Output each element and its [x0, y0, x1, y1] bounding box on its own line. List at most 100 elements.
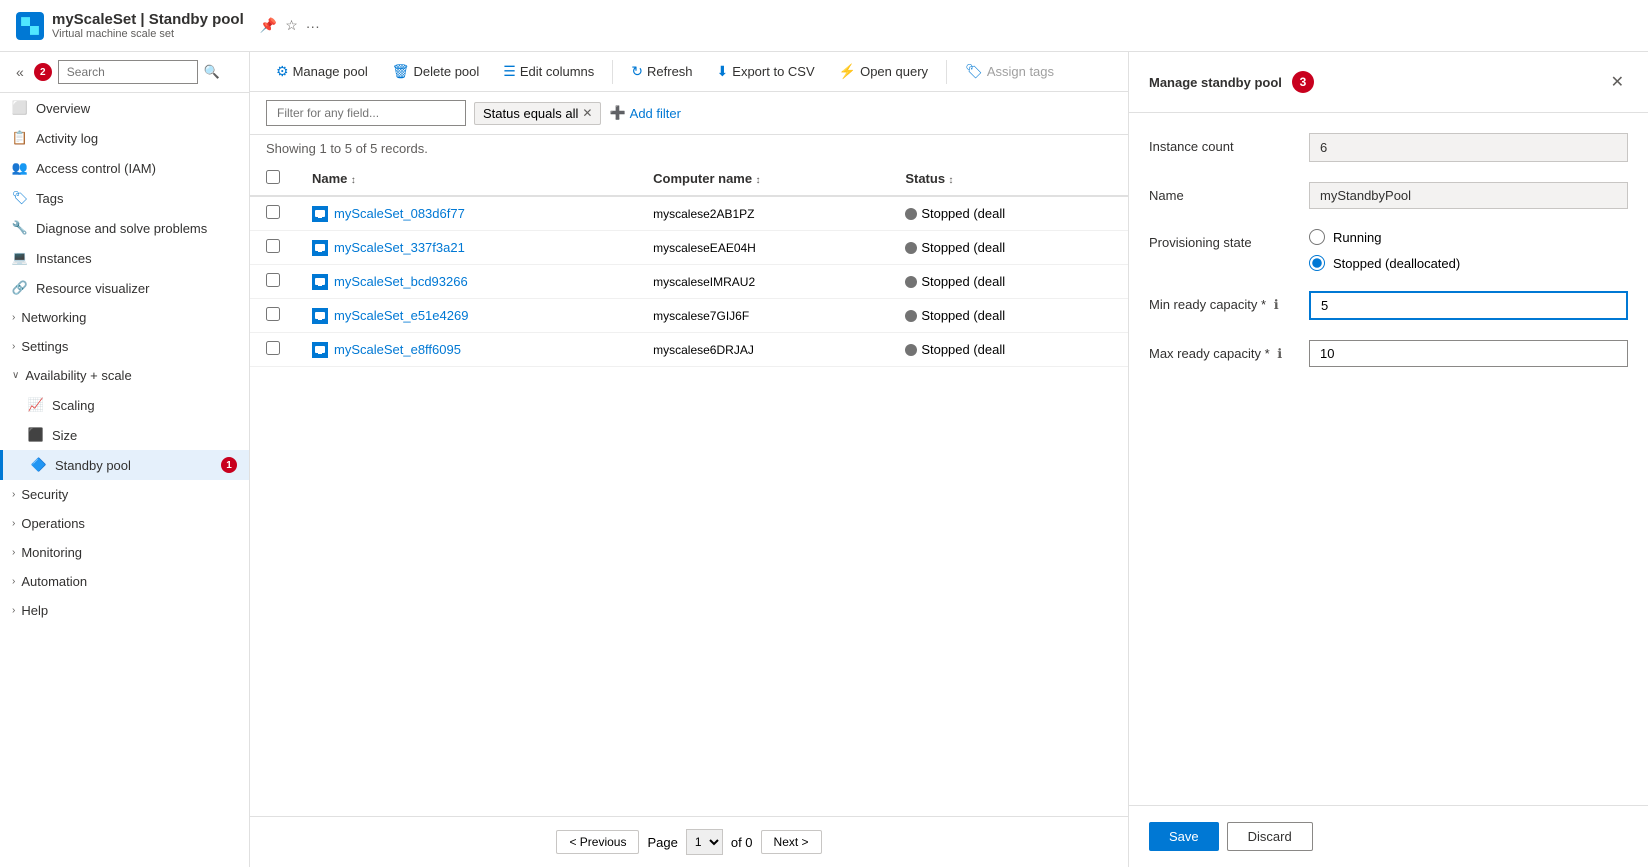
computer-name-cell: myscalese6DRJAJ — [637, 333, 889, 367]
max-ready-input[interactable] — [1309, 340, 1628, 367]
sidebar-label-instances: Instances — [36, 251, 92, 266]
sidebar-section-availability-scale[interactable]: ∨ Availability + scale — [0, 361, 249, 390]
export-icon: ⬇ — [717, 63, 729, 80]
sidebar-section-automation[interactable]: › Automation — [0, 567, 249, 596]
panel-close-button[interactable]: ✕ — [1607, 68, 1628, 96]
vm-name-link[interactable]: myScaleSet_e51e4269 — [312, 308, 621, 324]
row-checkbox[interactable] — [266, 205, 280, 219]
sort-status-icon[interactable]: ↕ — [948, 175, 953, 186]
vm-icon — [312, 342, 328, 358]
chevron-availability: ∨ — [12, 370, 19, 381]
vm-icon — [312, 274, 328, 290]
open-query-button[interactable]: ⚡ Open query — [829, 58, 938, 85]
chevron-monitoring: › — [12, 547, 15, 558]
min-ready-input[interactable] — [1309, 291, 1628, 320]
add-filter-button[interactable]: ➕ Add filter — [609, 105, 681, 121]
collapse-button[interactable]: « — [12, 62, 28, 82]
vm-name-link[interactable]: myScaleSet_337f3a21 — [312, 240, 621, 256]
row-checkbox[interactable] — [266, 341, 280, 355]
refresh-icon: ↻ — [631, 63, 643, 80]
sidebar-item-resource-visualizer[interactable]: 🔗 Resource visualizer — [0, 273, 249, 303]
sidebar-section-security[interactable]: › Security — [0, 480, 249, 509]
sidebar-item-scaling[interactable]: 📈 Scaling — [0, 390, 249, 420]
export-label: Export to CSV — [732, 64, 814, 79]
sidebar-item-access-control[interactable]: 👥 Access control (IAM) — [0, 153, 249, 183]
more-icon[interactable]: ··· — [306, 18, 320, 34]
row-checkbox[interactable] — [266, 239, 280, 253]
panel-footer: Save Discard — [1129, 805, 1648, 867]
sort-computer-name-icon[interactable]: ↕ — [755, 175, 760, 186]
sidebar-section-monitoring[interactable]: › Monitoring — [0, 538, 249, 567]
export-csv-button[interactable]: ⬇ Export to CSV — [707, 58, 825, 85]
sidebar-item-tags[interactable]: 🏷 Tags — [0, 183, 249, 213]
sidebar-item-overview[interactable]: ⬜ Overview — [0, 93, 249, 123]
sidebar-item-size[interactable]: ⬛ Size — [0, 420, 249, 450]
overview-icon: ⬜ — [12, 100, 28, 116]
refresh-button[interactable]: ↻ Refresh — [621, 58, 702, 85]
sidebar-section-settings[interactable]: › Settings — [0, 332, 249, 361]
status-dot — [905, 242, 917, 254]
vm-name-link[interactable]: myScaleSet_e8ff6095 — [312, 342, 621, 358]
records-info: Showing 1 to 5 of 5 records. — [250, 135, 1128, 162]
page-select[interactable]: 1 — [686, 829, 723, 855]
vm-name-link[interactable]: myScaleSet_083d6f77 — [312, 206, 621, 222]
row-checkbox[interactable] — [266, 273, 280, 287]
sidebar-item-instances[interactable]: 💻 Instances — [0, 243, 249, 273]
delete-pool-button[interactable]: 🗑 Delete pool — [382, 58, 490, 85]
table-row: myScaleSet_337f3a21 myscaleseEAE04H Stop… — [250, 231, 1128, 265]
radio-running-input[interactable] — [1309, 229, 1325, 245]
radio-stopped-label: Stopped (deallocated) — [1333, 256, 1460, 271]
page-title: myScaleSet | Standby pool — [52, 11, 244, 28]
top-bar: myScaleSet | Standby pool Virtual machin… — [0, 0, 1648, 52]
sidebar-section-networking[interactable]: › Networking — [0, 303, 249, 332]
assign-tags-icon: 🏷 — [965, 63, 983, 80]
instances-icon: 💻 — [12, 250, 28, 266]
of-label: of 0 — [731, 835, 753, 850]
discard-button[interactable]: Discard — [1227, 822, 1313, 851]
edit-columns-button[interactable]: ☰ Edit columns — [493, 58, 604, 85]
radio-stopped[interactable]: Stopped (deallocated) — [1309, 255, 1628, 271]
next-button[interactable]: Next > — [761, 830, 822, 854]
filter-tag-close[interactable]: ✕ — [582, 106, 592, 120]
sidebar-label-automation: Automation — [21, 574, 87, 589]
sidebar-section-help[interactable]: › Help — [0, 596, 249, 625]
panel-title: Manage standby pool 3 — [1149, 71, 1314, 93]
status-cell: Stopped (deall — [889, 265, 1128, 299]
sidebar-item-activity-log[interactable]: 📋 Activity log — [0, 123, 249, 153]
sidebar-label-networking: Networking — [21, 310, 86, 325]
computer-name-cell: myscalese2AB1PZ — [637, 196, 889, 231]
panel-badge: 3 — [1292, 71, 1314, 93]
status-cell: Stopped (deall — [889, 196, 1128, 231]
name-value-container — [1309, 182, 1628, 209]
sidebar-item-standby-pool[interactable]: 🔷 Standby pool 1 — [0, 450, 249, 480]
visualizer-icon: 🔗 — [12, 280, 28, 296]
vm-icon — [312, 308, 328, 324]
right-panel: Manage standby pool 3 ✕ Instance count 6… — [1128, 52, 1648, 867]
pin-icon[interactable]: 📌 — [260, 17, 277, 34]
save-button[interactable]: Save — [1149, 822, 1219, 851]
sidebar-label-tags: Tags — [36, 191, 63, 206]
manage-pool-button[interactable]: ⚙ Manage pool — [266, 58, 378, 85]
select-all-checkbox[interactable] — [266, 170, 280, 184]
assign-tags-button[interactable]: 🏷 Assign tags — [955, 58, 1064, 85]
computer-name-cell: myscaleseEAE04H — [637, 231, 889, 265]
sidebar-item-diagnose[interactable]: 🔧 Diagnose and solve problems — [0, 213, 249, 243]
min-ready-info-icon: ℹ — [1274, 297, 1279, 312]
sidebar-label-resource-visualizer: Resource visualizer — [36, 281, 149, 296]
vm-name-link[interactable]: myScaleSet_bcd93266 — [312, 274, 621, 290]
star-icon[interactable]: ☆ — [285, 17, 298, 34]
previous-button[interactable]: < Previous — [556, 830, 639, 854]
chevron-settings: › — [12, 341, 15, 352]
manage-pool-icon: ⚙ — [276, 63, 289, 80]
computer-name-cell: myscalese7GIJ6F — [637, 299, 889, 333]
radio-running[interactable]: Running — [1309, 229, 1628, 245]
vm-icon — [312, 206, 328, 222]
row-checkbox[interactable] — [266, 307, 280, 321]
instance-count-display: 6 — [1309, 133, 1628, 162]
sidebar-section-operations[interactable]: › Operations — [0, 509, 249, 538]
radio-stopped-input[interactable] — [1309, 255, 1325, 271]
sort-name-icon[interactable]: ↕ — [351, 175, 356, 186]
max-ready-label-text: Max ready capacity * — [1149, 346, 1270, 361]
search-input[interactable] — [58, 60, 198, 84]
filter-input[interactable] — [266, 100, 466, 126]
